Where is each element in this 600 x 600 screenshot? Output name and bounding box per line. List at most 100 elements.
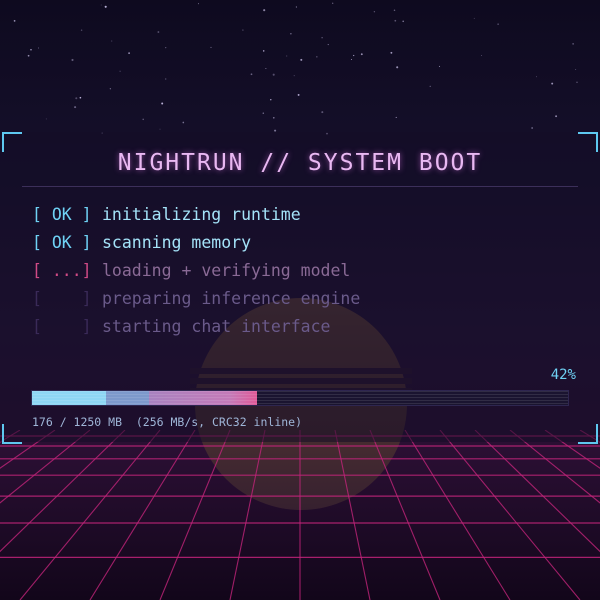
corner-bracket-top-right xyxy=(578,132,598,152)
progress-bar xyxy=(31,390,569,406)
star xyxy=(100,4,102,6)
star xyxy=(128,52,130,54)
grid-line xyxy=(229,430,266,600)
star xyxy=(353,54,355,57)
star xyxy=(497,23,499,25)
grid-line xyxy=(404,430,511,600)
star xyxy=(159,128,161,130)
star xyxy=(197,3,199,5)
star xyxy=(119,70,121,72)
grid-line xyxy=(579,430,600,443)
star xyxy=(30,49,32,51)
star xyxy=(473,17,475,19)
star xyxy=(551,82,554,85)
star xyxy=(321,37,323,39)
grid-line xyxy=(509,430,600,504)
star xyxy=(111,40,113,42)
progress-percent: 42% xyxy=(550,367,576,383)
star xyxy=(575,68,577,70)
star xyxy=(290,33,292,35)
grid-line xyxy=(439,430,581,600)
status-tag: [ ] xyxy=(32,317,92,336)
boot-log-row: [ ] preparing inference engine xyxy=(32,289,360,311)
star xyxy=(270,99,272,101)
corner-bracket-bottom-left xyxy=(2,424,22,444)
star xyxy=(74,106,77,109)
grid-line xyxy=(0,430,21,443)
star xyxy=(182,121,185,124)
star xyxy=(531,127,533,129)
star xyxy=(297,93,300,96)
corner-bracket-bottom-right xyxy=(578,424,598,444)
log-message: loading + verifying model xyxy=(102,261,351,280)
star xyxy=(396,66,399,69)
star xyxy=(321,111,324,114)
star xyxy=(27,54,30,57)
star xyxy=(316,56,318,58)
grid-line xyxy=(369,430,441,600)
log-message: preparing inference engine xyxy=(102,289,361,308)
star xyxy=(295,6,297,8)
star xyxy=(262,50,265,52)
status-tag: [ ...] xyxy=(32,261,92,280)
boot-log-row: [ OK ] initializing runtime xyxy=(32,205,301,227)
grid-line xyxy=(0,430,56,469)
boot-log-row: [ OK ] scanning memory xyxy=(32,233,251,255)
star xyxy=(351,59,352,61)
star xyxy=(402,20,404,23)
progress-scanlines xyxy=(32,391,568,405)
star xyxy=(109,88,111,90)
status-tag: [ OK ] xyxy=(32,233,92,252)
star xyxy=(300,58,303,61)
boot-log-row: [ ] starting chat interface xyxy=(32,317,330,339)
status-tag: [ OK ] xyxy=(32,205,92,224)
star xyxy=(250,73,253,76)
star xyxy=(572,43,574,45)
star xyxy=(104,5,107,8)
star xyxy=(293,75,295,77)
star xyxy=(80,29,83,31)
download-size-info: 176 / 1250 MB (256 MB/s, CRC32 inline) xyxy=(32,415,303,429)
star xyxy=(373,11,376,13)
star xyxy=(13,20,16,22)
log-message: starting chat interface xyxy=(102,317,331,336)
star xyxy=(79,96,82,99)
boot-log-row: [ ...] loading + verifying model xyxy=(32,261,350,283)
star xyxy=(165,46,167,49)
star xyxy=(332,2,334,4)
star xyxy=(165,78,167,80)
boot-title: NIGHTRUN // SYSTEM BOOT xyxy=(117,150,483,176)
starfield xyxy=(13,2,578,135)
star xyxy=(438,65,441,67)
neon-grid-floor xyxy=(0,430,600,600)
star xyxy=(536,76,537,78)
grid-line xyxy=(0,430,91,504)
star xyxy=(481,55,483,57)
status-tag: [ ] xyxy=(32,289,92,308)
star xyxy=(393,9,396,12)
star xyxy=(263,9,266,12)
log-message: initializing runtime xyxy=(102,205,301,224)
star xyxy=(395,116,397,118)
star xyxy=(555,115,558,118)
star xyxy=(286,55,288,57)
star xyxy=(37,47,40,49)
corner-bracket-top-left xyxy=(2,132,22,152)
log-message: scanning memory xyxy=(102,233,252,252)
star xyxy=(272,116,275,119)
grid-line xyxy=(89,430,196,600)
grid-line xyxy=(334,430,371,600)
grid-line xyxy=(159,430,231,600)
star xyxy=(390,51,393,54)
star xyxy=(142,118,144,121)
star xyxy=(262,112,265,114)
star xyxy=(394,19,397,22)
star xyxy=(210,46,212,48)
star xyxy=(161,102,164,105)
star xyxy=(265,67,267,69)
star xyxy=(242,29,244,31)
star xyxy=(272,73,275,76)
star xyxy=(360,53,363,56)
grid-line xyxy=(544,430,600,469)
grid-line xyxy=(19,430,161,600)
